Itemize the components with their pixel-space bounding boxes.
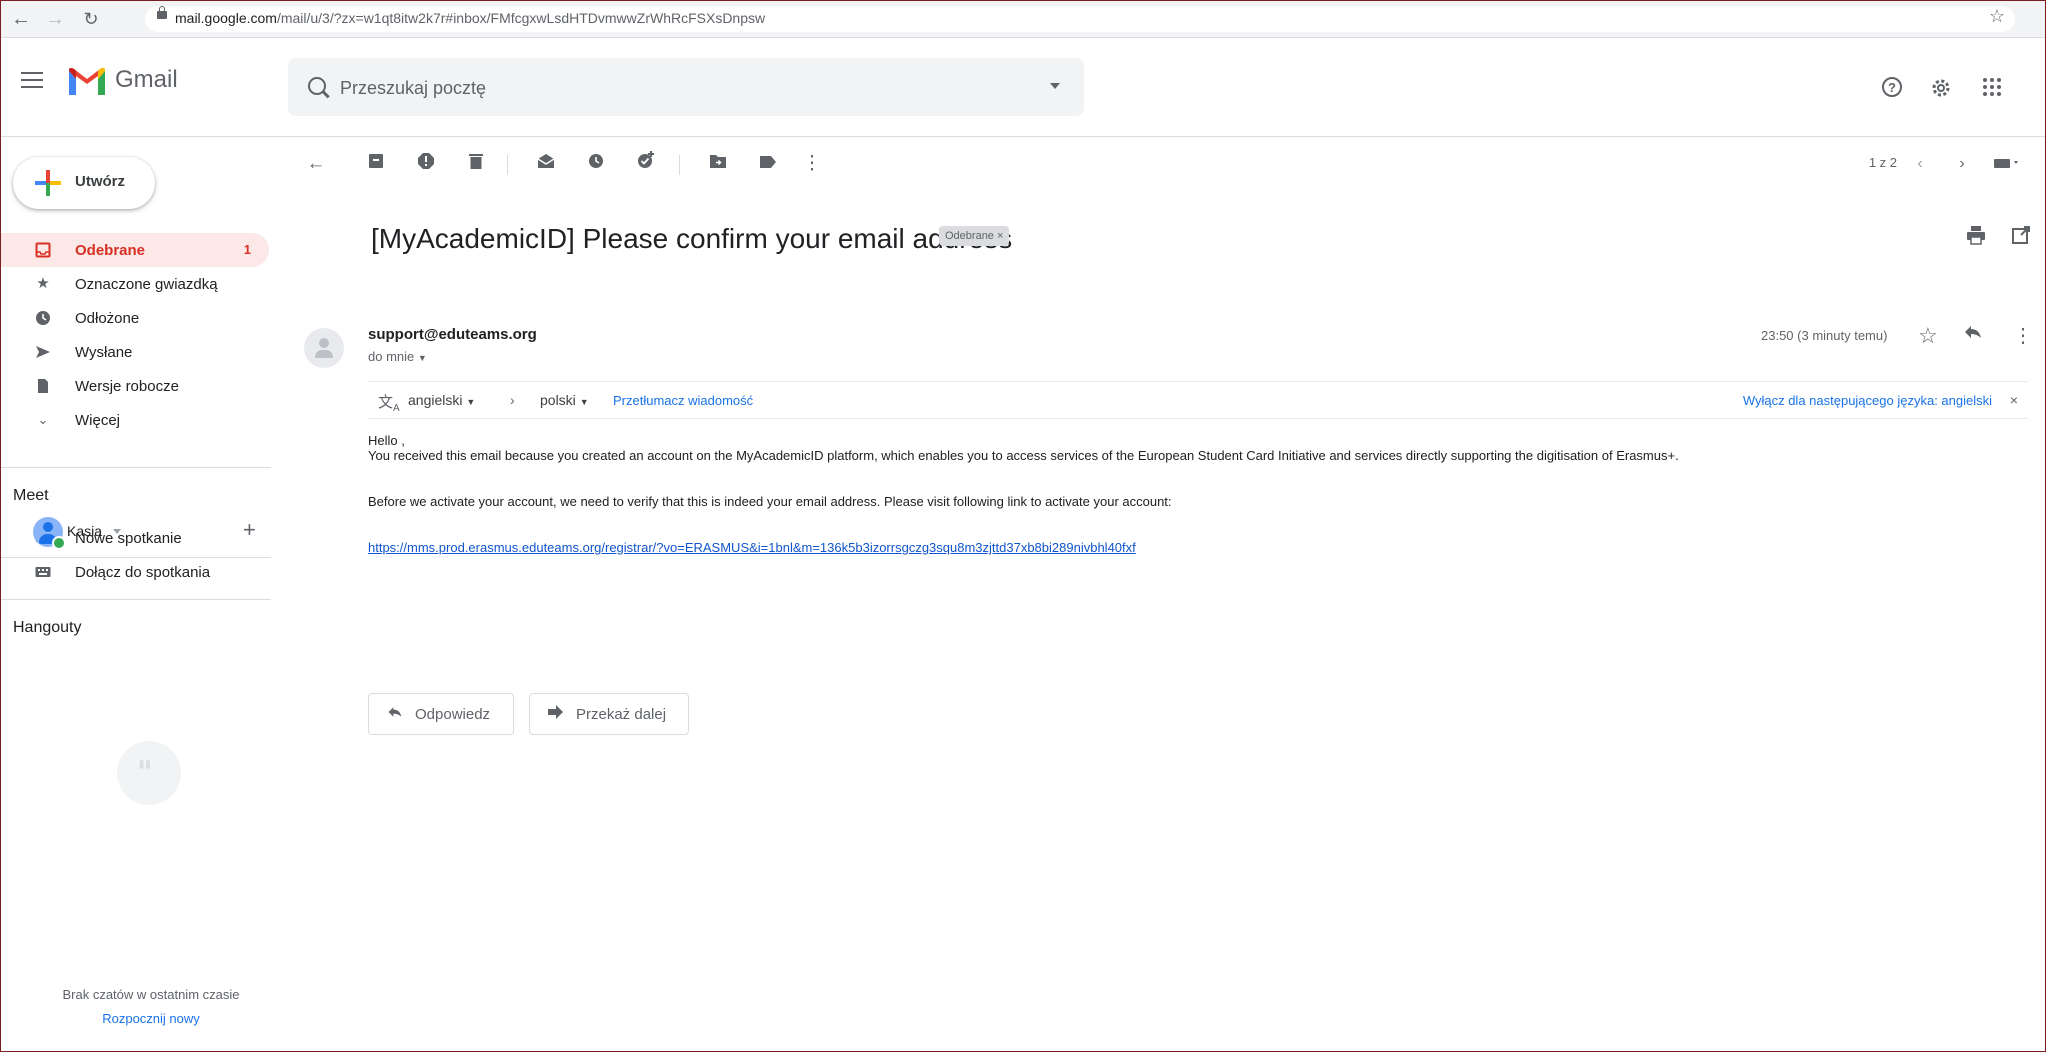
translate-bar: 文A angielski ▼ › polski ▼ Przetłumacz wi… [368, 381, 2028, 419]
archive-icon[interactable] [363, 151, 389, 177]
pagination-text: 1 z 2 [1868, 155, 1897, 170]
reload-icon[interactable]: ↻ [79, 7, 103, 31]
sidebar-item-inbox[interactable]: Odebrane 1 [1, 233, 269, 267]
send-icon [35, 344, 51, 360]
search-bar[interactable] [288, 58, 1084, 116]
main-menu-icon[interactable] [21, 72, 43, 88]
email-paragraph-2: Before we activate your account, we need… [368, 494, 1172, 509]
activation-link[interactable]: https://mms.prod.erasmus.eduteams.org/re… [368, 540, 1136, 555]
label-tag-icon[interactable] [755, 151, 781, 177]
email-time: 23:50 (3 minuty temu) [1761, 328, 1888, 343]
app-name: Gmail [115, 66, 178, 93]
email-subject: [MyAcademicID] Please confirm your email… [371, 223, 1013, 254]
inbox-icon [35, 242, 51, 258]
star-icon: ★ [36, 275, 50, 292]
no-chats-text: Brak czatów w ostatnim czasie [62, 987, 240, 1002]
open-in-new-window-icon[interactable] [2011, 225, 2031, 250]
delete-trash-icon[interactable] [463, 151, 489, 177]
arrow-right-icon: › [510, 392, 515, 408]
email-paragraph-1-text: You received this email because you crea… [368, 448, 1679, 463]
star-icon[interactable]: ☆ [1918, 323, 1938, 349]
help-icon[interactable]: ? [1881, 76, 1903, 102]
hangouts-user-name[interactable]: Kasia [67, 523, 102, 539]
source-language-select[interactable]: angielski ▼ [408, 392, 475, 408]
compose-button[interactable]: Utwórz [13, 157, 155, 209]
reply-icon [387, 705, 403, 724]
move-to-folder-icon[interactable] [705, 151, 731, 177]
mark-unread-icon[interactable] [533, 151, 559, 177]
divider [1, 599, 271, 600]
input-tools-keyboard-icon[interactable] [1987, 151, 2027, 177]
user-status-dropdown-icon[interactable] [113, 529, 121, 534]
forward-button[interactable]: Przekaż dalej [529, 693, 689, 735]
sidebar-item-sent[interactable]: Wysłane [1, 335, 269, 369]
online-status-indicator [52, 536, 66, 550]
email-greeting: Hello , [368, 433, 405, 448]
close-translate-icon[interactable]: × [2010, 392, 2018, 408]
svg-text:?: ? [1888, 80, 1896, 95]
divider [1, 467, 271, 468]
chevron-down-icon: ⌄ [37, 412, 49, 427]
reply-arrow-icon[interactable] [1963, 324, 1983, 345]
translate-message-link[interactable]: Przetłumacz wiadomość [613, 393, 753, 408]
unread-count: 1 [243, 242, 251, 257]
chevron-down-icon: ▼ [579, 397, 589, 407]
more-options-icon[interactable]: ⋮ [799, 151, 825, 177]
report-spam-icon[interactable] [413, 151, 439, 177]
draft-icon [35, 378, 51, 394]
chevron-down-icon: ▼ [417, 353, 427, 363]
hangouts-bubble-icon: " [117, 741, 181, 805]
sidebar-item-starred[interactable]: ★ Oznaczone gwiazdką [1, 267, 269, 301]
inbox-label-chip[interactable]: Odebrane × [939, 226, 1010, 246]
recipients-dropdown[interactable]: do mnie ▼ [368, 349, 427, 364]
gmail-header: Gmail ? [1, 38, 2045, 137]
browser-toolbar: ← → ↻ mail.google.com/mail/u/3/?zx=w1qt8… [1, 1, 2045, 38]
older-chevron-right-icon[interactable]: › [1949, 151, 1975, 177]
start-new-chat-link[interactable]: Rozpocznij nowy [1, 1011, 301, 1026]
translate-icon: 文A [378, 394, 400, 414]
url-text[interactable]: mail.google.com/mail/u/3/?zx=w1qt8itw2k7… [175, 10, 765, 26]
apps-grid-icon[interactable] [1981, 76, 2003, 102]
keyboard-icon [35, 564, 51, 580]
print-icon[interactable] [1966, 225, 1986, 250]
sidebar-item-join-meeting[interactable]: Dołącz do spotkania [1, 555, 269, 589]
lock-icon [157, 6, 167, 19]
target-language-select[interactable]: polski ▼ [540, 392, 589, 408]
sidebar-item-drafts[interactable]: Wersje robocze [1, 369, 269, 403]
back-to-inbox-icon[interactable]: ← [303, 151, 329, 177]
sender-email[interactable]: support@eduteams.org [368, 326, 537, 343]
address-bar[interactable]: mail.google.com/mail/u/3/?zx=w1qt8itw2k7… [145, 6, 2015, 32]
sidebar: Utwórz Odebrane 1 ★ Oznaczone gwiazdką O… [1, 137, 271, 1051]
add-chat-plus-icon[interactable]: + [243, 517, 256, 543]
divider [507, 155, 508, 175]
forward-arrow-icon[interactable]: → [43, 7, 67, 31]
sidebar-item-more[interactable]: ⌄ Więcej [1, 403, 269, 437]
gmail-logo-icon[interactable] [67, 67, 107, 97]
search-input[interactable] [338, 74, 1022, 102]
bookmark-star-icon[interactable]: ☆ [1989, 6, 2005, 27]
reply-button[interactable]: Odpowiedz [368, 693, 514, 735]
settings-gear-icon[interactable] [1929, 76, 1953, 104]
search-options-icon[interactable] [1050, 83, 1060, 89]
meet-heading: Meet [13, 487, 49, 504]
divider [679, 155, 680, 175]
message-toolbar: ← ⋮ 1 z 2 ‹ › [297, 139, 2027, 191]
more-vertical-icon[interactable]: ⋮ [2013, 323, 2033, 348]
sender-avatar [304, 328, 344, 368]
search-icon[interactable] [308, 77, 326, 95]
clock-icon [35, 310, 51, 326]
chevron-down-icon: ▼ [466, 397, 476, 407]
window-frame: ← → ↻ mail.google.com/mail/u/3/?zx=w1qt8… [0, 0, 2046, 1052]
back-arrow-icon[interactable]: ← [9, 7, 33, 31]
hangouts-heading: Hangouty [13, 619, 82, 636]
add-to-tasks-icon[interactable] [633, 151, 659, 177]
sidebar-item-snoozed[interactable]: Odłożone [1, 301, 269, 335]
newer-chevron-left-icon[interactable]: ‹ [1907, 151, 1933, 177]
forward-icon [548, 705, 564, 724]
disable-translate-link[interactable]: Wyłącz dla następującego języka: angiels… [1743, 393, 1992, 408]
snooze-clock-icon[interactable] [583, 151, 609, 177]
compose-plus-icon [35, 170, 61, 196]
divider [1, 557, 271, 558]
